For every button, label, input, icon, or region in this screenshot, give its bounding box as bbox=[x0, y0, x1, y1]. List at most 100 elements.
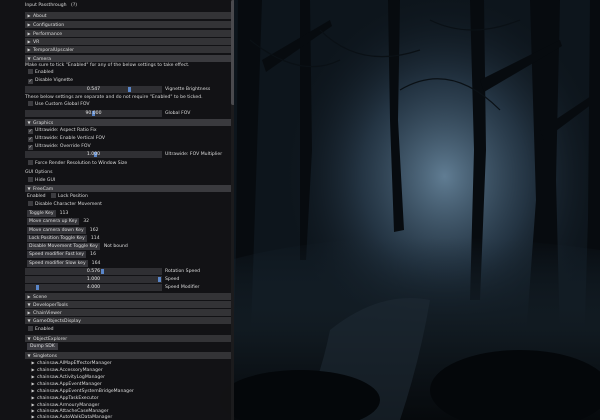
move-down-key-button[interactable]: Move camera down Key bbox=[27, 227, 86, 234]
chevron-right-icon: ▶ bbox=[27, 39, 31, 44]
checkmark-icon: ✓ bbox=[28, 129, 33, 134]
vignette-brightness-label: Vignette Brightness bbox=[165, 87, 211, 92]
header-camera[interactable]: ▼ Camera bbox=[25, 55, 231, 62]
vignette-brightness-slider[interactable]: 0.547 bbox=[25, 86, 162, 93]
tree-item-singleton[interactable]: ▶ chainsaw.AppTaskExecutor bbox=[29, 394, 98, 401]
fov-multiplier-slider[interactable]: 1.000 bbox=[25, 151, 162, 158]
disable-move-key-button[interactable]: Disable Movement Toggle Key bbox=[27, 243, 100, 250]
uw-override-fov-checkbox[interactable]: ✓ Ultrawide: Override FOV bbox=[27, 143, 91, 150]
header-chain-viewer[interactable]: ▶ ChainViewer bbox=[25, 309, 231, 316]
checkbox-unchecked-icon bbox=[28, 201, 33, 206]
chevron-right-icon: ▶ bbox=[27, 13, 31, 18]
checkmark-icon: ✓ bbox=[28, 79, 33, 84]
camera-note: Make sure to tick "Enabled" for any of t… bbox=[25, 63, 190, 68]
tree-item-singleton[interactable]: ▶ chainsaw.AIMapEffectorManager bbox=[29, 359, 111, 366]
header-freecam[interactable]: ▼ FreeCam bbox=[25, 185, 231, 192]
game-objects-enabled-checkbox[interactable]: Enabled bbox=[27, 326, 54, 333]
rotation-speed-slider[interactable]: 0.576 bbox=[25, 268, 162, 275]
chevron-right-icon: ▶ bbox=[27, 294, 31, 299]
chevron-down-icon: ▼ bbox=[27, 56, 31, 61]
disable-character-movement-checkbox[interactable]: Disable Character Movement bbox=[27, 201, 102, 208]
input-passthrough-label: Input Passthrough bbox=[25, 3, 67, 8]
tree-item-singleton[interactable]: ▶ chainsaw.AppEventManager bbox=[29, 380, 101, 387]
global-fov-slider[interactable]: 90.000 bbox=[25, 110, 162, 117]
uw-aspect-checkbox[interactable]: ✓ Ultrawide: Aspect Ratio Fix bbox=[27, 127, 97, 134]
checkmark-icon: ✓ bbox=[28, 137, 33, 142]
dump-sdk-button[interactable]: Dump SDK bbox=[27, 343, 62, 350]
speed-label: Speed bbox=[165, 277, 180, 282]
fov-multiplier-label: Ultrawide: FOV Multiplier bbox=[165, 152, 223, 157]
input-passthrough-row[interactable]: Input Passthrough (?) bbox=[25, 2, 77, 9]
hide-gui-checkbox[interactable]: Hide GUI bbox=[27, 177, 55, 184]
move-up-key-row[interactable]: Move camera up Key 32 bbox=[27, 218, 89, 225]
chevron-right-icon: ▶ bbox=[31, 381, 35, 386]
chevron-down-icon: ▼ bbox=[27, 318, 31, 323]
tree-item-singleton[interactable]: ▶ chainsaw.AccessoryManager bbox=[29, 366, 102, 373]
chevron-right-icon: ▶ bbox=[31, 395, 35, 400]
chevron-right-icon: ▶ bbox=[27, 31, 31, 36]
header-about[interactable]: ▶ About bbox=[25, 12, 231, 19]
checkbox-unchecked-icon bbox=[28, 69, 33, 74]
lock-toggle-key-row[interactable]: Lock Position Toggle Key 114 bbox=[27, 235, 100, 242]
speed-fast-key-button[interactable]: Speed modifier Fast key bbox=[27, 251, 87, 258]
header-scene[interactable]: ▶ Scene bbox=[25, 293, 231, 300]
tree-item-singleton[interactable]: ▶ chainsaw.ActivityLogManager bbox=[29, 373, 105, 380]
lock-position-label: Lock Position bbox=[58, 194, 88, 199]
scrollbar-thumb[interactable] bbox=[231, 0, 234, 105]
panel-scrollbar[interactable] bbox=[231, 0, 234, 420]
checkbox-unchecked-icon bbox=[28, 101, 33, 106]
checkbox-unchecked-icon[interactable] bbox=[51, 193, 57, 198]
chevron-down-icon: ▼ bbox=[27, 186, 31, 191]
speed-slow-key-button[interactable]: Speed modifier Slow key bbox=[27, 260, 88, 267]
chevron-down-icon: ▼ bbox=[27, 120, 31, 125]
tree-item-singleton[interactable]: ▶ chainsaw.AutoWalkDataManager bbox=[29, 413, 112, 420]
checkbox-unchecked-icon bbox=[28, 160, 33, 165]
help-marker[interactable]: (?) bbox=[71, 3, 77, 8]
header-singletons[interactable]: ▼ Singletons bbox=[25, 352, 231, 359]
chevron-down-icon: ▼ bbox=[27, 353, 31, 358]
global-fov-label: Global FOV bbox=[165, 111, 191, 116]
checkbox-unchecked-icon bbox=[28, 326, 33, 331]
reframework-menu-panel[interactable]: Input Passthrough (?) ▶ About ▶ Configurat… bbox=[0, 0, 234, 420]
checkbox-unchecked-icon bbox=[28, 177, 33, 182]
toggle-key-row[interactable]: Toggle Key 113 bbox=[27, 210, 68, 217]
uw-vertical-fov-checkbox[interactable]: ✓ Ultrawide: Enable Vertical FOV bbox=[27, 135, 105, 142]
chevron-right-icon: ▶ bbox=[31, 367, 35, 372]
use-custom-fov-checkbox[interactable]: Use Custom Global FOV bbox=[27, 101, 90, 108]
move-up-key-button[interactable]: Move camera up Key bbox=[27, 218, 80, 225]
header-graphics[interactable]: ▼ Graphics bbox=[25, 119, 231, 126]
speed-slider[interactable]: 1.000 bbox=[25, 276, 162, 283]
freecam-enabled-row[interactable]: Enabled Lock Position bbox=[27, 193, 88, 200]
disable-move-key-row[interactable]: Disable Movement Toggle Key Not bound bbox=[27, 243, 128, 250]
chevron-right-icon: ▶ bbox=[31, 374, 35, 379]
disable-vignette-checkbox[interactable]: ✓ Disable Vignette bbox=[27, 77, 73, 84]
header-object-explorer[interactable]: ▼ ObjectExplorer bbox=[25, 335, 231, 342]
speed-fast-key-row[interactable]: Speed modifier Fast key 16 bbox=[27, 251, 96, 258]
header-vr[interactable]: ▶ VR bbox=[25, 38, 231, 45]
chevron-right-icon: ▶ bbox=[27, 47, 31, 52]
speed-slow-key-row[interactable]: Speed modifier Slow key 164 bbox=[27, 260, 100, 267]
chevron-down-icon: ▼ bbox=[27, 336, 31, 341]
speed-modifier-slider[interactable]: 4.000 bbox=[25, 284, 162, 291]
rotation-speed-label: Rotation Speed bbox=[165, 269, 201, 274]
speed-modifier-label: Speed Modifier bbox=[165, 285, 200, 290]
header-configuration[interactable]: ▶ Configuration bbox=[25, 21, 231, 28]
move-down-key-row[interactable]: Move camera down Key 162 bbox=[27, 227, 99, 234]
header-game-objects-display[interactable]: ▼ GameObjectsDisplay bbox=[25, 317, 231, 324]
force-render-resolution-checkbox[interactable]: Force Render Resolution to Window Size bbox=[27, 160, 127, 167]
separate-settings-note: These below settings are separate and do… bbox=[25, 95, 203, 100]
chevron-right-icon: ▶ bbox=[31, 360, 35, 365]
header-performance[interactable]: ▶ Performance bbox=[25, 30, 231, 37]
checkmark-icon: ✓ bbox=[28, 145, 33, 150]
chevron-right-icon: ▶ bbox=[27, 310, 31, 315]
camera-enabled-checkbox[interactable]: Enabled bbox=[27, 69, 54, 76]
toggle-key-button[interactable]: Toggle Key bbox=[27, 210, 56, 217]
header-temporal-upscaler[interactable]: ▶ TemporalUpscaler bbox=[25, 46, 231, 53]
lock-toggle-key-button[interactable]: Lock Position Toggle Key bbox=[27, 235, 87, 242]
tree-item-singleton[interactable]: ▶ chainsaw.AppEventSystemBridgeManager bbox=[29, 387, 133, 394]
chevron-down-icon: ▼ bbox=[27, 302, 31, 307]
header-developer-tools[interactable]: ▼ DeveloperTools bbox=[25, 301, 231, 308]
chevron-right-icon: ▶ bbox=[27, 22, 31, 27]
gui-options-label: GUI Options bbox=[25, 170, 53, 175]
chevron-right-icon: ▶ bbox=[31, 388, 35, 393]
